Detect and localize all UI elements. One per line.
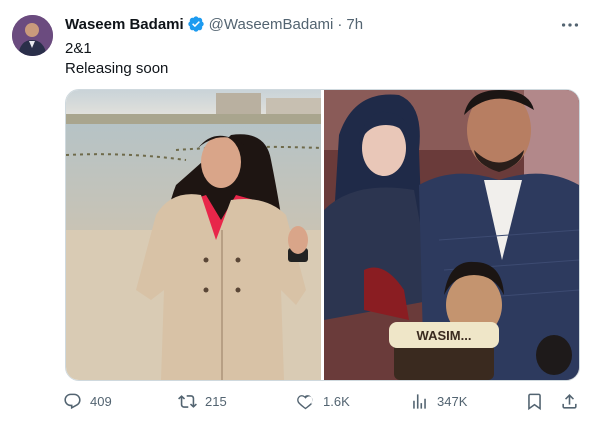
tweet-text: 2&1 Releasing soon bbox=[65, 39, 168, 79]
tweet-header: Waseem Badami @WaseemBadami · 7h bbox=[65, 13, 363, 35]
author-handle[interactable]: @WaseemBadami bbox=[209, 16, 334, 33]
reply-button[interactable]: 409 bbox=[63, 390, 112, 412]
retweet-icon bbox=[178, 394, 197, 408]
reply-count: 409 bbox=[90, 393, 112, 409]
separator-dot: · bbox=[337, 15, 343, 33]
action-bar: 409 215 1.6K 347K bbox=[63, 390, 583, 412]
avatar[interactable] bbox=[12, 15, 53, 56]
views-count: 347K bbox=[437, 393, 468, 409]
retweet-count: 215 bbox=[205, 393, 227, 409]
like-count: 1.6K bbox=[323, 393, 350, 409]
share-button[interactable] bbox=[560, 390, 587, 412]
like-button[interactable]: 1.6K bbox=[296, 390, 350, 412]
tweet-text-line: Releasing soon bbox=[65, 60, 169, 77]
views-icon bbox=[413, 393, 426, 409]
author-name[interactable]: Waseem Badami bbox=[65, 16, 184, 33]
reply-icon bbox=[64, 393, 81, 409]
cake-text: WASIM... bbox=[417, 328, 472, 343]
bookmark-icon bbox=[528, 393, 541, 410]
views-button[interactable]: 347K bbox=[410, 390, 467, 412]
tweet[interactable]: Waseem Badami @WaseemBadami · 7h 2&1 Rel… bbox=[0, 0, 593, 428]
bookmark-button[interactable] bbox=[525, 390, 552, 412]
photo-family-cake[interactable]: WASIM... bbox=[324, 90, 579, 380]
share-icon bbox=[562, 393, 577, 409]
post-time[interactable]: 7h bbox=[346, 16, 363, 33]
photo-woman-beach[interactable] bbox=[66, 90, 322, 380]
media-grid: WASIM... bbox=[65, 89, 580, 381]
retweet-button[interactable]: 215 bbox=[178, 390, 227, 412]
like-icon bbox=[297, 394, 313, 409]
more-icon[interactable] bbox=[559, 14, 581, 36]
tweet-text-line: 2&1 bbox=[65, 40, 92, 57]
verified-badge-icon bbox=[187, 15, 205, 33]
